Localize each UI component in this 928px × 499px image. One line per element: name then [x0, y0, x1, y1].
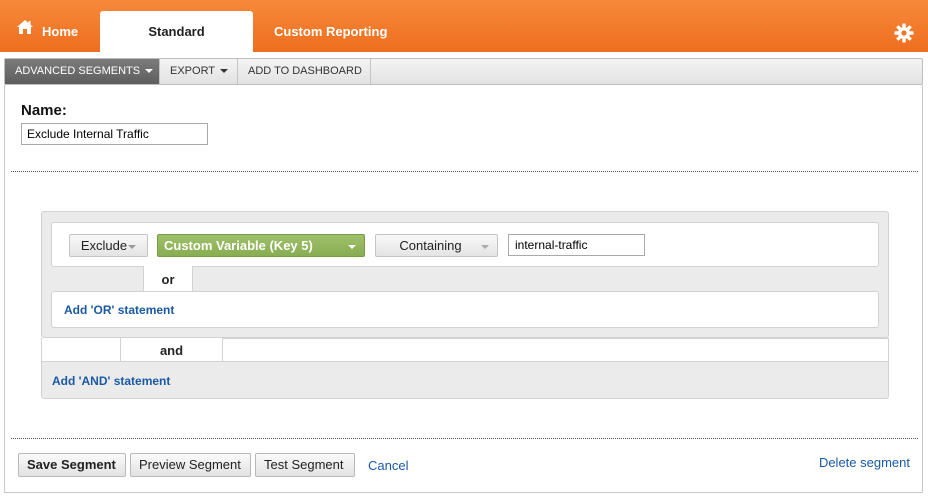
caret-down-icon: [348, 245, 356, 249]
divider: [11, 438, 918, 439]
tab-standard-reporting[interactable]: Standard Reporting: [100, 11, 253, 81]
match-type-label: Containing: [399, 238, 462, 253]
add-to-dashboard-button[interactable]: ADD TO DASHBOARD: [238, 59, 371, 84]
name-label: Name:: [21, 102, 67, 119]
tab-home[interactable]: Home: [0, 11, 94, 52]
match-type-dropdown[interactable]: Containing: [375, 234, 498, 257]
caret-down-icon: [145, 69, 154, 74]
condition-row: Exclude Custom Variable (Key 5) Containi…: [51, 222, 879, 267]
caret-down-icon: [481, 245, 489, 249]
divider: [11, 171, 918, 172]
advanced-segments-button[interactable]: ADVANCED SEGMENTS: [5, 59, 160, 84]
caret-down-icon: [128, 244, 137, 249]
report-toolbar: ADVANCED SEGMENTS EXPORT ADD TO DASHBOAR…: [4, 58, 923, 85]
dimension-label: Custom Variable (Key 5): [164, 238, 313, 253]
tab-custom-reporting[interactable]: Custom Reporting: [258, 11, 403, 52]
top-navigation: Home Standard Reporting Custom Reporting: [0, 0, 928, 81]
tab-home-label: Home: [42, 24, 79, 39]
cancel-link[interactable]: Cancel: [368, 458, 408, 473]
include-exclude-label: Exclude: [80, 238, 128, 253]
condition-value-input[interactable]: [508, 234, 645, 256]
save-segment-button[interactable]: Save Segment: [18, 453, 126, 477]
dimension-dropdown[interactable]: Custom Variable (Key 5): [157, 234, 365, 257]
delete-segment-link[interactable]: Delete segment: [819, 455, 910, 470]
preview-segment-button[interactable]: Preview Segment: [130, 453, 251, 477]
segment-name-input[interactable]: [21, 123, 208, 145]
gear-icon[interactable]: [894, 23, 914, 43]
and-group: Exclude Custom Variable (Key 5) Containi…: [41, 211, 889, 338]
and-statement-box: Add 'AND' statement: [41, 361, 889, 399]
home-icon: [16, 10, 34, 52]
include-exclude-dropdown[interactable]: Exclude: [69, 234, 148, 257]
segment-editor-panel: Name: Exclude Custom Variable (Key 5) Co…: [4, 85, 923, 493]
export-button[interactable]: EXPORT: [160, 59, 238, 84]
export-label: EXPORT: [170, 65, 216, 77]
advanced-segments-label: ADVANCED SEGMENTS: [15, 65, 141, 77]
add-and-statement-link[interactable]: Add 'AND' statement: [52, 374, 170, 388]
caret-down-icon: [220, 69, 229, 74]
or-connector: or: [143, 266, 193, 292]
test-segment-button[interactable]: Test Segment: [255, 453, 355, 477]
or-statement-box: Add 'OR' statement: [51, 291, 879, 328]
add-or-statement-link[interactable]: Add 'OR' statement: [64, 303, 174, 317]
